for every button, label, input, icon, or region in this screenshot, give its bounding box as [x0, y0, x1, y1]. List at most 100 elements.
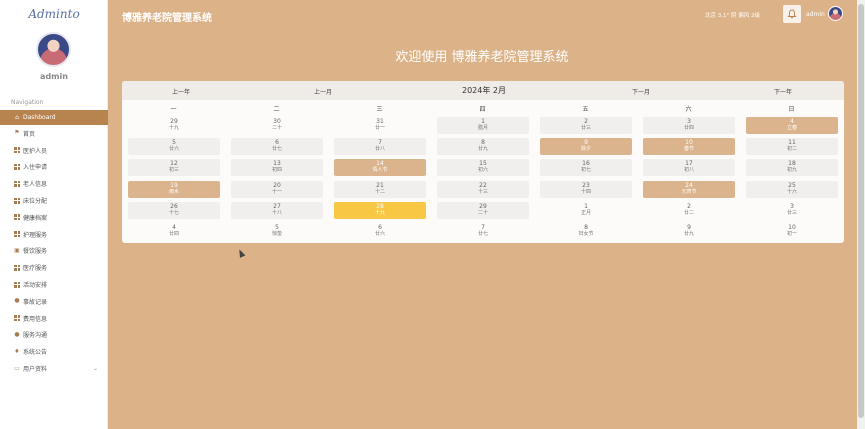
- calendar-day[interactable]: 8 妇女节: [540, 223, 632, 240]
- prev-month-button[interactable]: 上一月: [314, 87, 332, 96]
- lunar-date: 廿六: [168, 146, 179, 153]
- sidebar-username[interactable]: admin: [0, 72, 108, 81]
- day-number: 21: [376, 181, 384, 189]
- scrollbar-thumb[interactable]: [858, 4, 864, 418]
- calendar-day[interactable]: 30 二十: [231, 117, 323, 134]
- calendar-day[interactable]: 27 十八: [231, 201, 323, 219]
- calendar-day[interactable]: 6 廿七: [231, 138, 323, 156]
- day-number: 19: [170, 181, 178, 189]
- header-username[interactable]: admin: [806, 11, 825, 18]
- calendar-day[interactable]: 5 惊蛰: [231, 223, 323, 240]
- weekday-label: 五: [582, 106, 589, 113]
- sidebar-item-10[interactable]: 活动安排: [0, 276, 108, 293]
- calendar-day[interactable]: 26 十七: [128, 201, 220, 219]
- calendar-day[interactable]: 3 廿四: [643, 117, 735, 134]
- sidebar-item-0[interactable]: ⌂ Dashboard: [0, 110, 108, 125]
- calendar-day[interactable]: 18 初九: [746, 159, 838, 177]
- sidebar-item-label: 系统公告: [23, 349, 48, 357]
- brand-logo[interactable]: Adminto: [0, 7, 108, 21]
- notification-button[interactable]: [783, 5, 801, 23]
- calendar-day[interactable]: 3 廿三: [746, 202, 838, 219]
- calendar-day[interactable]: 19 雨水: [128, 180, 220, 198]
- calendar-day[interactable]: 8 廿九: [437, 138, 529, 156]
- sidebar-item-5[interactable]: 床位分配: [0, 192, 108, 209]
- calendar-day[interactable]: 14 情人节: [334, 159, 426, 177]
- sidebar-item-label: 用户资料: [23, 366, 48, 374]
- calendar-day[interactable]: 25 十六: [746, 180, 838, 198]
- sidebar-item-11[interactable]: ● 事故记录: [0, 293, 108, 310]
- sidebar-item-2[interactable]: 医护人员: [0, 142, 108, 159]
- calendar-day[interactable]: 31 廿一: [334, 117, 426, 134]
- sidebar-item-12[interactable]: 费用信息: [0, 310, 108, 327]
- user-avatar[interactable]: [36, 32, 71, 67]
- calendar-day[interactable]: 15 初六: [437, 159, 529, 177]
- calendar-day-today[interactable]: 28 十九: [334, 201, 426, 219]
- calendar-day[interactable]: 9 除夕: [540, 138, 632, 156]
- grid-icon: [14, 197, 20, 204]
- sidebar-item-8[interactable]: ▣ 餐饮服务: [0, 243, 108, 260]
- calendar-day[interactable]: 6 廿六: [334, 223, 426, 240]
- calendar-day[interactable]: 5 廿六: [128, 138, 220, 156]
- sidebar-item-9[interactable]: 医疗服务: [0, 259, 108, 276]
- pin-icon: ●: [14, 297, 20, 305]
- sidebar-item-label: 费用信息: [23, 315, 48, 323]
- lunar-date: 初八: [683, 167, 694, 174]
- day-number: 10: [788, 224, 796, 231]
- calendar-day[interactable]: 1 正月: [540, 202, 632, 219]
- calendar-day[interactable]: 16 初七: [540, 159, 632, 177]
- calendar-day[interactable]: 2 廿二: [643, 202, 735, 219]
- calendar-day[interactable]: 13 初四: [231, 159, 323, 177]
- vertical-scrollbar[interactable]: [857, 0, 865, 429]
- calendar-day[interactable]: 29 十九: [128, 117, 220, 134]
- prev-year-button[interactable]: 上一年: [172, 87, 190, 96]
- lunar-date: 十一: [271, 188, 282, 195]
- grid-icon: [14, 281, 20, 288]
- sidebar-item-6[interactable]: 健康档案: [0, 209, 108, 226]
- calendar-day[interactable]: 29 二十: [437, 201, 529, 219]
- calendar-day[interactable]: 9 廿九: [643, 223, 735, 240]
- calendar-day[interactable]: 12 初三: [128, 159, 220, 177]
- lunar-date: 十九: [374, 209, 385, 216]
- grid-icon: [14, 214, 20, 221]
- calendar-day[interactable]: 2 廿三: [540, 117, 632, 134]
- calendar-day[interactable]: 7 廿八: [334, 138, 426, 156]
- calendar-day[interactable]: 17 初八: [643, 159, 735, 177]
- lunar-date: 十三: [477, 188, 488, 195]
- next-month-button[interactable]: 下一月: [632, 87, 650, 96]
- calendar-day[interactable]: 7 廿七: [437, 223, 529, 240]
- calendar-day[interactable]: 4 廿四: [128, 223, 220, 240]
- sidebar: Adminto admin Navigation ⌂ Dashboard ⚑ 首页 医护…: [0, 0, 108, 429]
- grid-icon: [14, 147, 20, 154]
- calendar-day[interactable]: 22 十三: [437, 180, 529, 198]
- sidebar-item-3[interactable]: 入住申请: [0, 159, 108, 176]
- calendar-header: 上一年 上一月 2024年 2月 下一月 下一年: [122, 81, 844, 100]
- sidebar-item-4[interactable]: 老人信息: [0, 175, 108, 192]
- calendar-day[interactable]: 23 十四: [540, 180, 632, 198]
- calendar-day[interactable]: 11 初二: [746, 138, 838, 156]
- day-number: 22: [479, 181, 487, 189]
- sidebar-item-15[interactable]: ▭ 用户资料 ⌄: [0, 360, 108, 377]
- sidebar-item-1[interactable]: ⚑ 首页: [0, 125, 108, 142]
- calendar-day[interactable]: 1 腊月: [437, 117, 529, 134]
- calendar-day[interactable]: 10 初一: [746, 223, 838, 240]
- next-year-button[interactable]: 下一年: [774, 87, 792, 96]
- header-avatar[interactable]: [828, 6, 843, 21]
- day-number: 24: [685, 181, 693, 189]
- sidebar-item-7[interactable]: 护理服务: [0, 226, 108, 243]
- calendar-day[interactable]: 10 春节: [643, 138, 735, 156]
- sidebar-item-label: 首页: [23, 130, 36, 138]
- sidebar-item-14[interactable]: ♦ 系统公告: [0, 343, 108, 360]
- day-number: 28: [376, 202, 384, 210]
- calendar-day[interactable]: 20 十一: [231, 180, 323, 198]
- day-number: 1: [584, 202, 588, 210]
- day-number: 3: [790, 202, 794, 210]
- lunar-date: 二十: [477, 209, 488, 216]
- lunar-date: 廿七: [477, 231, 488, 237]
- sidebar-item-13[interactable]: ● 服务沟通: [0, 327, 108, 344]
- calendar-day[interactable]: 4 立春: [746, 117, 838, 134]
- day-number: 20: [273, 181, 281, 189]
- calendar-day[interactable]: 24 元宵节: [643, 180, 735, 198]
- weekday-label: 一: [170, 106, 177, 113]
- calendar-day[interactable]: 21 十二: [334, 180, 426, 198]
- lunar-date: 春节: [683, 146, 694, 153]
